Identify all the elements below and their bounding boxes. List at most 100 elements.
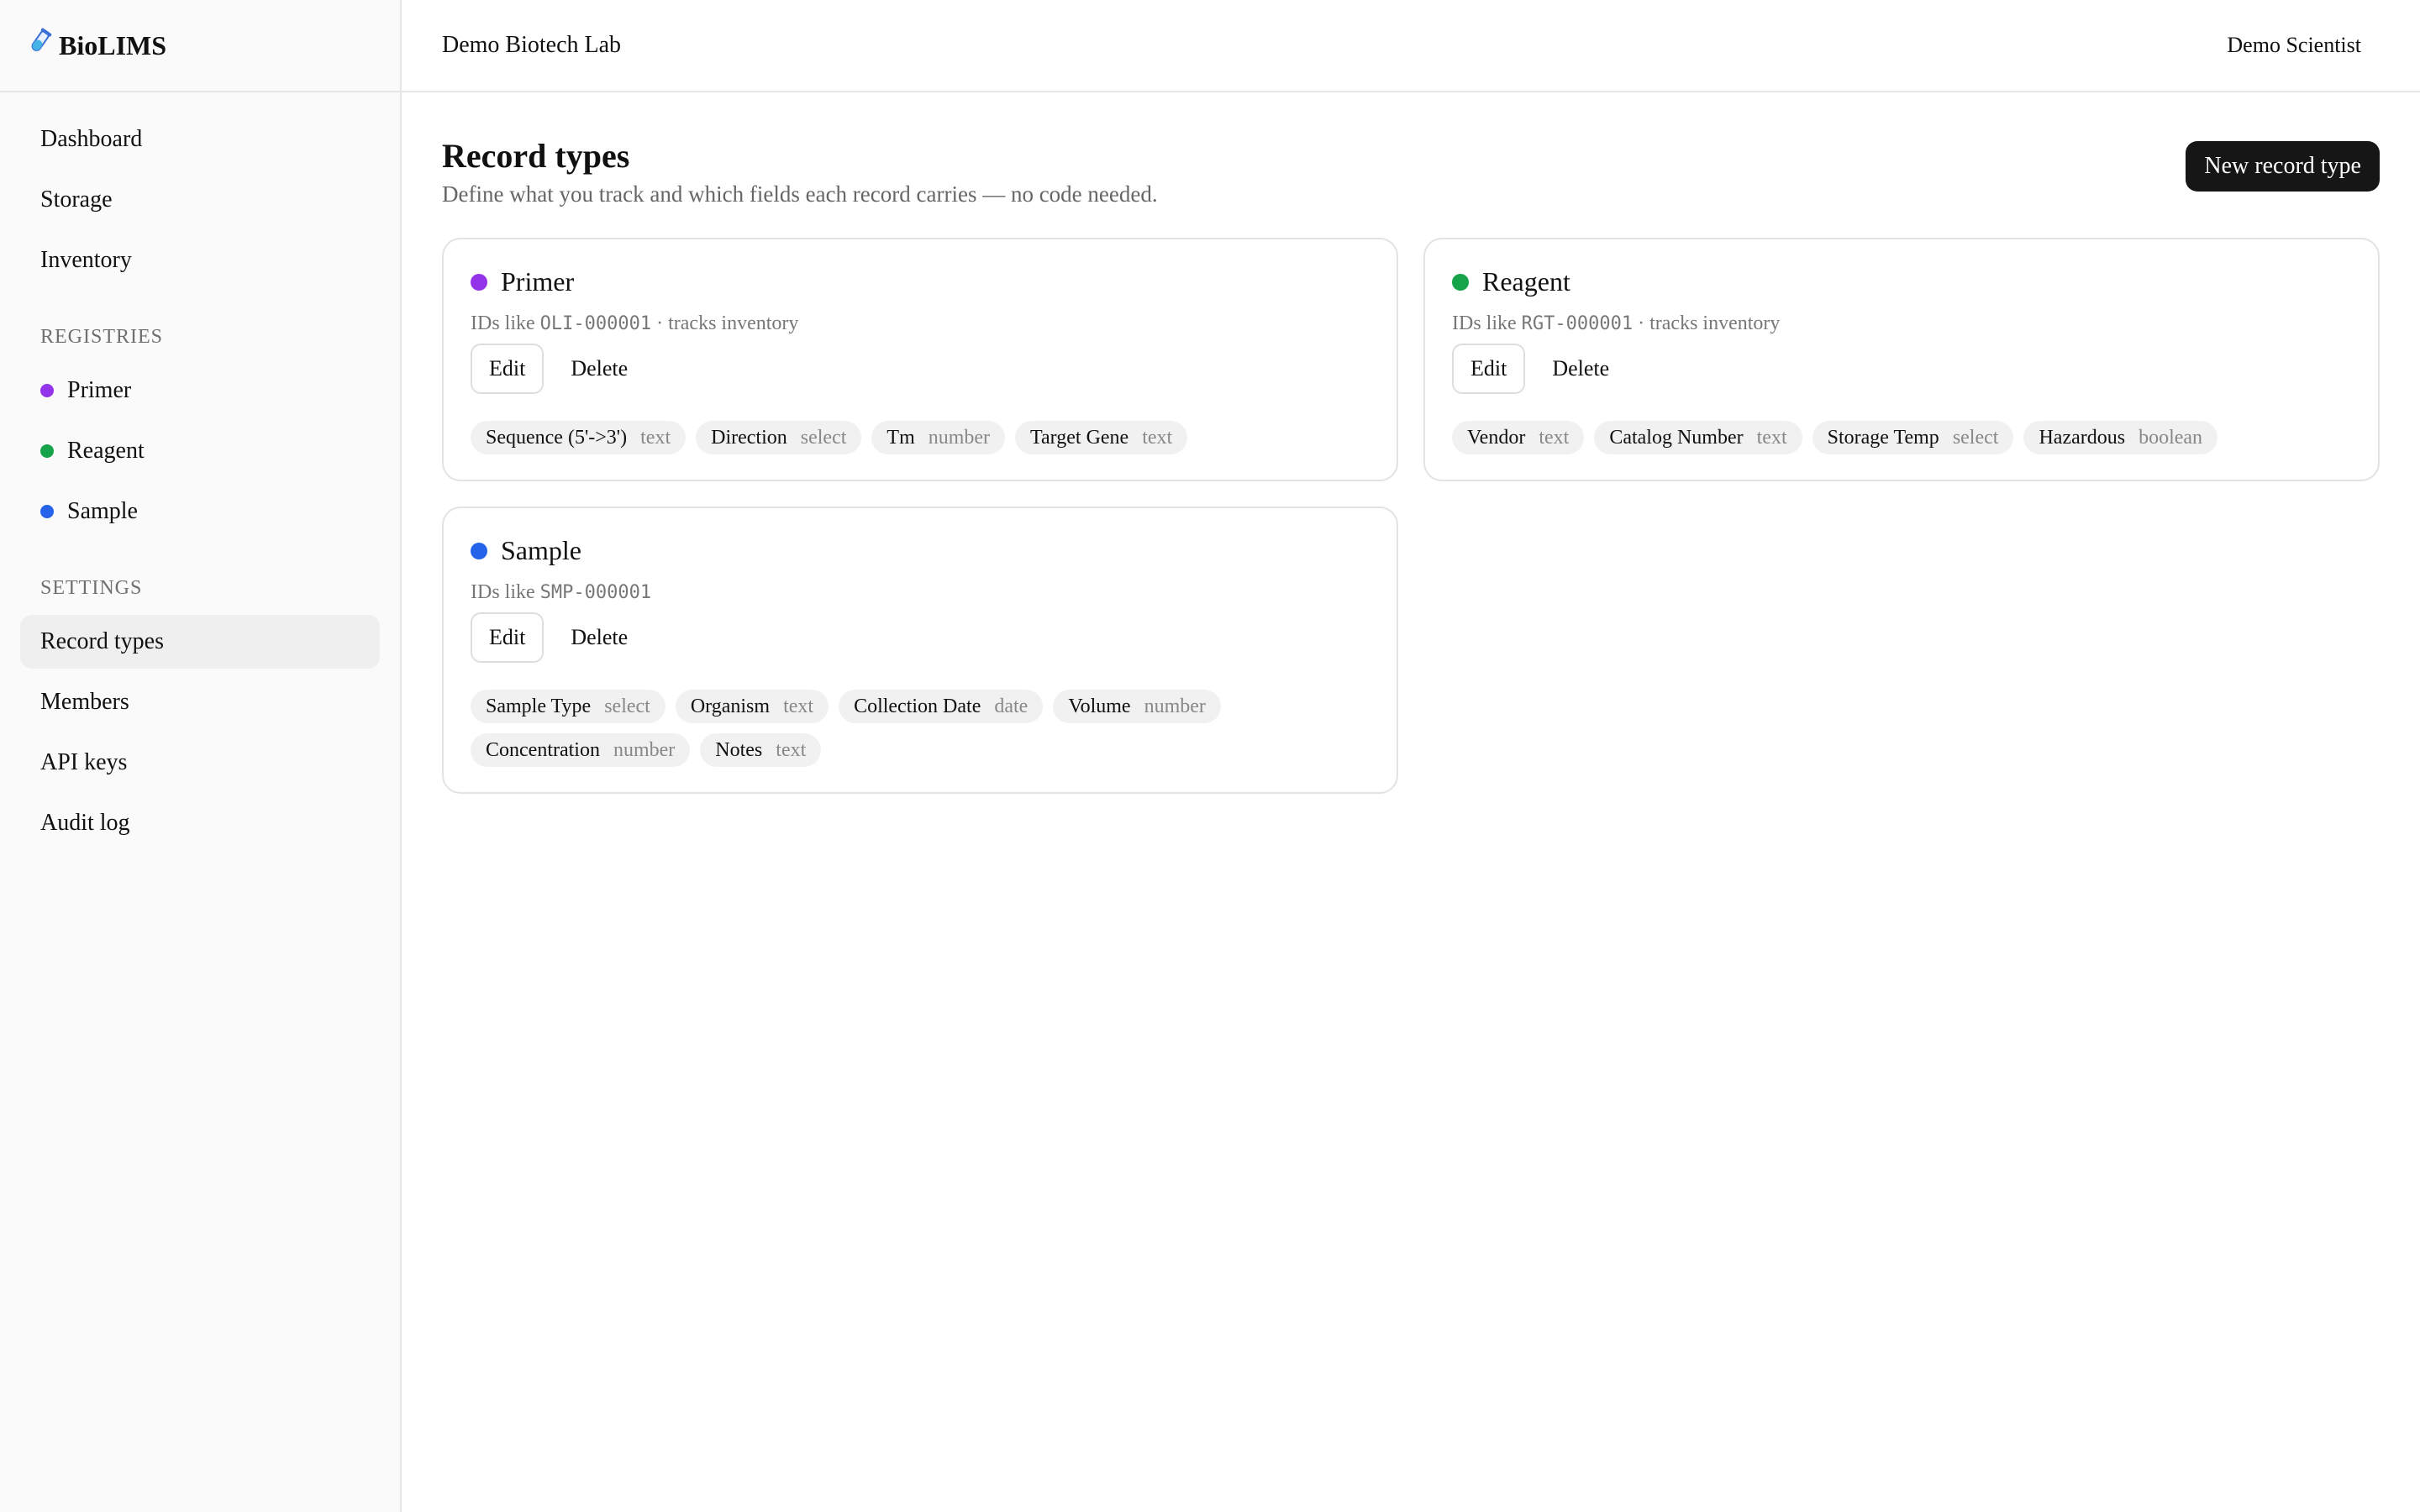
field-name: Volume bbox=[1068, 695, 1131, 717]
field-name: Direction bbox=[711, 426, 787, 449]
card-title: Primer bbox=[471, 266, 1370, 297]
sidebar-item-primer[interactable]: Primer bbox=[20, 364, 380, 417]
id-prefix-label: IDs like bbox=[1452, 312, 1517, 334]
sidebar-item-sample[interactable]: Sample bbox=[20, 485, 380, 538]
field-name: Hazardous bbox=[2039, 426, 2126, 449]
sidebar: BioLIMS Dashboard Storage Inventory REGI… bbox=[0, 0, 402, 1512]
content: Record types Define what you track and w… bbox=[402, 92, 2420, 794]
field-type: select bbox=[604, 695, 650, 717]
sidebar-item-label: API keys bbox=[40, 749, 128, 775]
registries-heading: REGISTRIES bbox=[40, 326, 164, 348]
sidebar-item-storage[interactable]: Storage bbox=[20, 173, 380, 227]
field-type: number bbox=[928, 426, 991, 449]
sidebar-item-label: Record types bbox=[40, 628, 164, 654]
sidebar-item-label: Inventory bbox=[40, 247, 132, 273]
card-id-format: IDs like OLI-000001 · tracks inventory bbox=[471, 312, 1370, 335]
brand-name: BioLIMS bbox=[59, 29, 167, 60]
card-name: Sample bbox=[501, 535, 581, 565]
page-title: Record types bbox=[442, 137, 630, 175]
field-name: Sample Type bbox=[486, 695, 592, 717]
field-type: text bbox=[1142, 426, 1173, 449]
field-type: select bbox=[1952, 426, 1999, 449]
sidebar-nav: Dashboard Storage Inventory REGISTRIES P… bbox=[0, 92, 400, 877]
sidebar-item-dashboard[interactable]: Dashboard bbox=[20, 113, 380, 166]
field-chip: Catalog Number text bbox=[1594, 421, 1802, 454]
org-name[interactable]: Demo Biotech Lab bbox=[442, 32, 621, 59]
field-chip: Direction select bbox=[696, 421, 862, 454]
field-type: text bbox=[783, 695, 814, 717]
field-chip: Target Gene text bbox=[1015, 421, 1188, 454]
reagent-color-dot bbox=[1452, 273, 1469, 291]
record-type-grid: Primer IDs like OLI-000001 · tracks inve… bbox=[442, 238, 2381, 794]
brand[interactable]: BioLIMS bbox=[0, 0, 400, 92]
field-type: date bbox=[994, 695, 1028, 717]
reagent-color-dot bbox=[40, 444, 54, 458]
sidebar-item-reagent[interactable]: Reagent bbox=[20, 424, 380, 478]
field-type: text bbox=[1539, 426, 1570, 449]
primer-color-dot bbox=[40, 384, 54, 397]
test-tube-icon bbox=[27, 28, 52, 63]
field-type: number bbox=[1144, 695, 1206, 717]
sidebar-item-audit-log[interactable]: Audit log bbox=[20, 796, 380, 850]
field-chip: Concentration number bbox=[471, 733, 691, 767]
card-actions: Edit Delete bbox=[471, 344, 1370, 394]
field-type: boolean bbox=[2139, 426, 2203, 449]
id-example: SMP-000001 bbox=[539, 582, 652, 603]
field-name: Tm bbox=[886, 426, 915, 449]
field-type: number bbox=[613, 738, 676, 761]
field-type: select bbox=[800, 426, 847, 449]
sidebar-item-label: Primer bbox=[67, 377, 132, 403]
card-actions: Edit Delete bbox=[1452, 344, 2351, 394]
field-chip: Sequence (5'->3') text bbox=[471, 421, 687, 454]
field-chip: Notes text bbox=[700, 733, 822, 767]
sidebar-item-inventory[interactable]: Inventory bbox=[20, 234, 380, 287]
sidebar-item-label: Storage bbox=[40, 186, 113, 213]
edit-button[interactable]: Edit bbox=[1452, 344, 1526, 394]
field-chips: Vendor text Catalog Number text Storage Te… bbox=[1452, 421, 2351, 454]
tracks-inventory-label: · tracks inventory bbox=[656, 312, 799, 334]
field-chips: Sample Type select Organism text Collectio… bbox=[471, 690, 1370, 767]
field-chip: Collection Date date bbox=[839, 690, 1044, 723]
field-chip: Organism text bbox=[675, 690, 829, 723]
field-chip: Volume number bbox=[1053, 690, 1221, 723]
field-chip: Storage Temp select bbox=[1812, 421, 2014, 454]
sample-color-dot bbox=[471, 542, 487, 559]
card-id-format: IDs like SMP-000001 bbox=[471, 581, 1370, 604]
id-prefix-label: IDs like bbox=[471, 581, 535, 603]
sample-color-dot bbox=[40, 505, 54, 518]
tracks-inventory-label: · tracks inventory bbox=[1638, 312, 1781, 334]
field-type: text bbox=[640, 426, 671, 449]
field-type: text bbox=[776, 738, 807, 761]
field-name: Catalog Number bbox=[1609, 426, 1744, 449]
field-name: Concentration bbox=[486, 738, 600, 761]
field-name: Storage Temp bbox=[1827, 426, 1939, 449]
app-root: BioLIMS Dashboard Storage Inventory REGI… bbox=[0, 0, 2420, 1512]
topbar: Demo Biotech Lab Demo Scientist bbox=[402, 0, 2420, 92]
card-id-format: IDs like RGT-000001 · tracks inventory bbox=[1452, 312, 2351, 335]
delete-button[interactable]: Delete bbox=[571, 625, 628, 650]
delete-button[interactable]: Delete bbox=[1552, 356, 1609, 381]
record-type-card-sample: Sample IDs like SMP-000001 Edit Delete S… bbox=[442, 507, 1398, 794]
id-example: OLI-000001 bbox=[539, 313, 652, 334]
field-name: Organism bbox=[690, 695, 771, 717]
field-name: Vendor bbox=[1467, 426, 1526, 449]
sidebar-item-api-keys[interactable]: API keys bbox=[20, 736, 380, 790]
sidebar-item-record-types[interactable]: Record types bbox=[20, 615, 380, 669]
card-actions: Edit Delete bbox=[471, 612, 1370, 663]
sidebar-item-members[interactable]: Members bbox=[20, 675, 380, 729]
user-menu[interactable]: Demo Scientist bbox=[2227, 33, 2361, 58]
field-chip: Sample Type select bbox=[471, 690, 666, 723]
edit-button[interactable]: Edit bbox=[471, 344, 544, 394]
sidebar-item-label: Audit log bbox=[40, 810, 130, 836]
card-name: Primer bbox=[501, 266, 575, 297]
edit-button[interactable]: Edit bbox=[471, 612, 544, 663]
sidebar-item-label: Members bbox=[40, 689, 129, 715]
settings-heading: SETTINGS bbox=[40, 577, 143, 599]
new-record-type-button[interactable]: New record type bbox=[2186, 141, 2380, 192]
id-prefix-label: IDs like bbox=[471, 312, 535, 334]
field-chip: Tm number bbox=[871, 421, 1006, 454]
field-type: text bbox=[1756, 426, 1787, 449]
delete-button[interactable]: Delete bbox=[571, 356, 628, 381]
field-name: Notes bbox=[715, 738, 763, 761]
field-name: Target Gene bbox=[1030, 426, 1129, 449]
